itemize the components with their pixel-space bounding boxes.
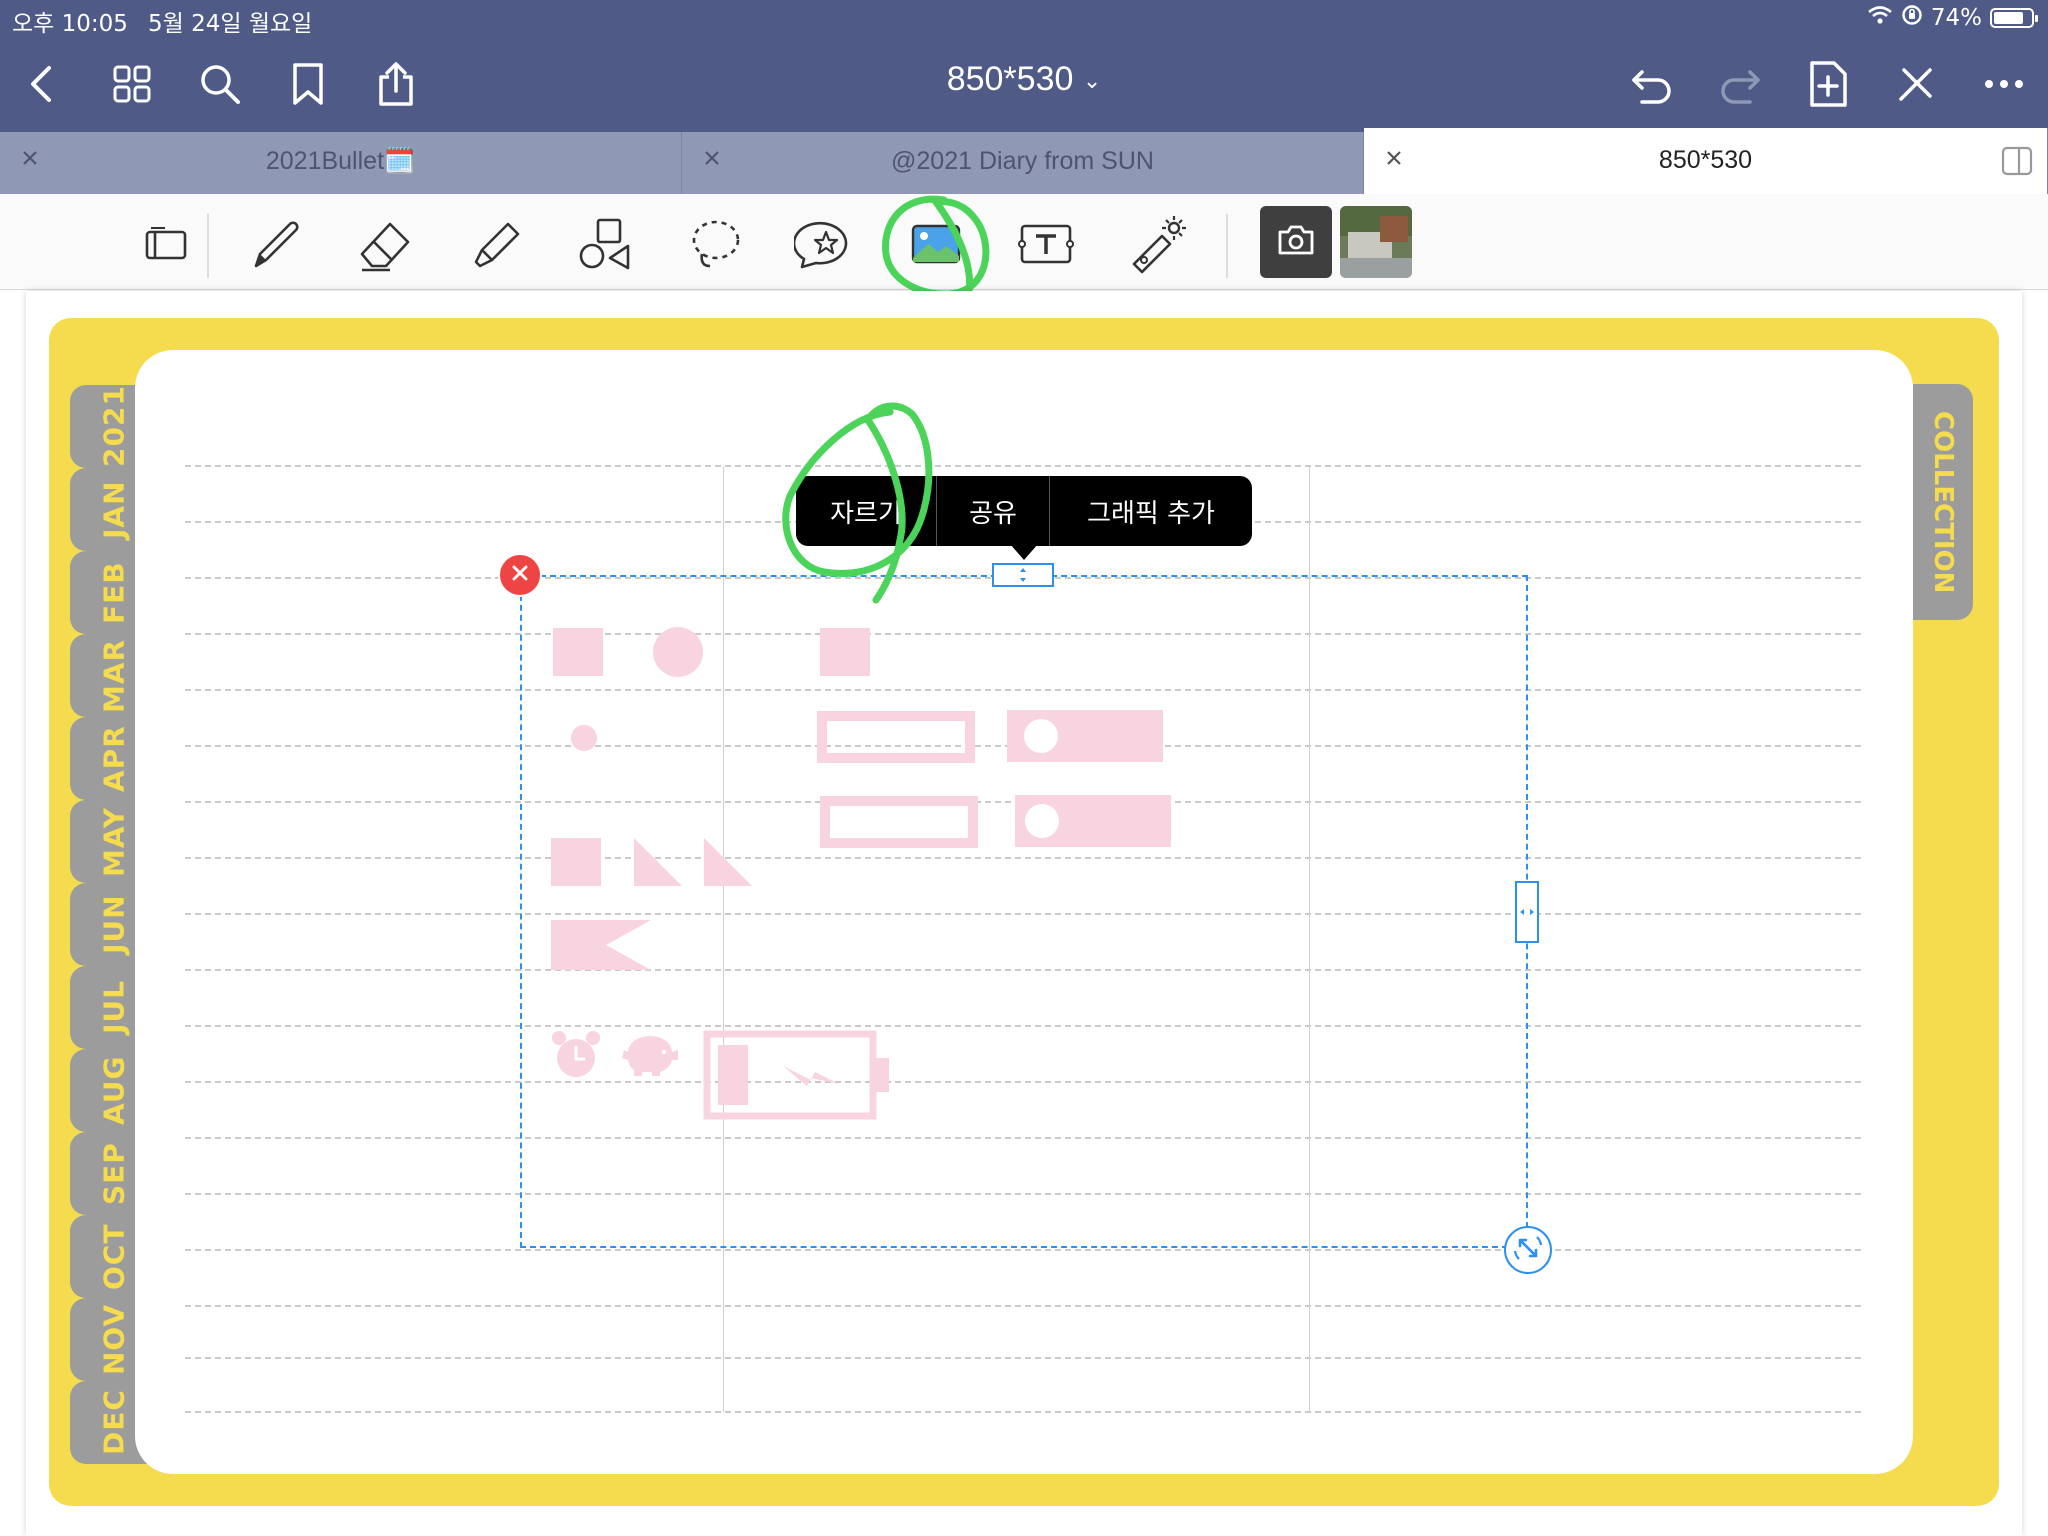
redo-icon[interactable] xyxy=(1712,56,1768,112)
collection-tab-label: COLLECTION xyxy=(1928,410,1958,594)
search-icon[interactable] xyxy=(192,56,248,112)
lasso-tool-icon[interactable] xyxy=(680,208,752,280)
collection-tab[interactable]: COLLECTION xyxy=(1913,384,1973,620)
rotate-resize-icon xyxy=(1511,1231,1545,1269)
battery-percent: 74% xyxy=(1930,5,1982,31)
image-selection-box[interactable] xyxy=(520,575,1528,1248)
add-page-icon[interactable] xyxy=(1800,56,1856,112)
ruled-line xyxy=(185,1305,1861,1307)
eraser-tool-icon[interactable] xyxy=(350,208,422,280)
annotation-scribble-icon xyxy=(782,402,933,604)
close-icon xyxy=(510,563,530,587)
tab-label: 2021Bullet🗓️ xyxy=(265,147,416,175)
toolbar-divider xyxy=(207,214,209,278)
bookmark-icon[interactable] xyxy=(280,56,336,112)
document-title[interactable]: 850*530 ⌄ xyxy=(824,60,1224,99)
rotate-scale-handle[interactable] xyxy=(1504,1226,1552,1274)
tab-label: 850*530 xyxy=(1658,146,1753,174)
document-title-text: 850*530 xyxy=(946,60,1074,98)
battery-icon xyxy=(1990,8,2038,28)
pen-tools-icon[interactable] xyxy=(1888,56,1944,112)
shapes-tool-icon[interactable] xyxy=(570,208,642,280)
ruled-line xyxy=(185,465,1861,467)
orientation-lock-icon xyxy=(1901,4,1923,32)
status-time: 오후 10:05 xyxy=(12,11,128,37)
status-date: 5월 24일 월요일 xyxy=(148,11,313,37)
toolbar-divider xyxy=(1226,214,1228,278)
add-graphic-menu-item[interactable]: 그래픽 추가 xyxy=(1050,476,1252,546)
share-icon[interactable] xyxy=(368,56,424,112)
read-only-mode-icon[interactable] xyxy=(130,208,202,280)
ruled-line xyxy=(185,1411,1861,1413)
recent-photo-thumbnail[interactable] xyxy=(1340,206,1412,278)
laser-pointer-icon[interactable] xyxy=(1120,208,1192,280)
camera-button[interactable] xyxy=(1260,206,1332,278)
tab-2021-diary[interactable]: @2021 Diary from SUN xyxy=(682,132,1364,194)
wifi-icon xyxy=(1867,5,1893,31)
chevron-down-icon: ⌄ xyxy=(1082,68,1102,94)
split-view-icon[interactable] xyxy=(2001,146,2033,180)
ruled-line xyxy=(185,1249,1861,1251)
grid-view-icon[interactable] xyxy=(104,56,160,112)
delete-selection-button[interactable] xyxy=(498,553,542,597)
back-chevron-icon[interactable] xyxy=(14,56,70,112)
tab-2021bullet[interactable]: 2021Bullet🗓️ xyxy=(0,132,682,194)
tab-label: @2021 Diary from SUN xyxy=(891,147,1154,175)
elements-sticker-icon[interactable] xyxy=(790,208,862,280)
resize-handle-right[interactable] xyxy=(1515,881,1539,943)
ruled-line xyxy=(185,1357,1861,1359)
tab-850-530[interactable]: 850*530 xyxy=(1364,128,2048,194)
status-indicators: 74% xyxy=(1867,4,2038,32)
resize-handle-top[interactable] xyxy=(992,563,1054,587)
pen-tool-icon[interactable] xyxy=(240,208,312,280)
more-icon[interactable] xyxy=(1976,56,2032,112)
highlighter-tool-icon[interactable] xyxy=(460,208,532,280)
undo-icon[interactable] xyxy=(1624,56,1680,112)
text-tool-icon[interactable] xyxy=(1010,208,1082,280)
context-menu-arrow xyxy=(1010,544,1038,560)
camera-icon xyxy=(1276,224,1316,260)
